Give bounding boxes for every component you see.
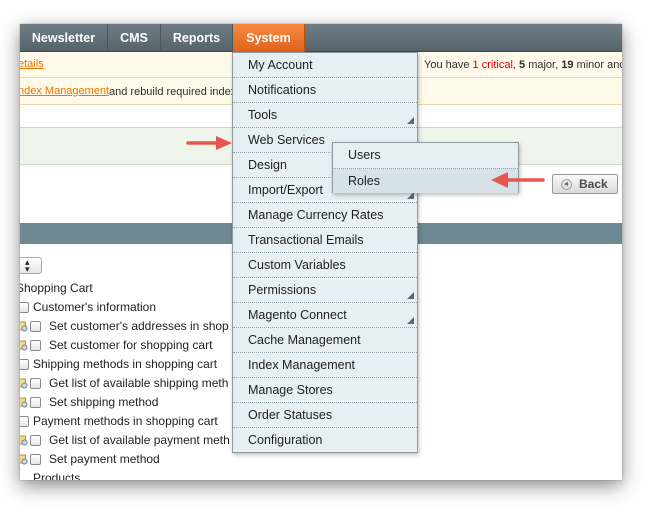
major-count: 5: [519, 59, 526, 71]
tree-label: Set customer for shopping cart: [49, 338, 213, 352]
menu-item-label: My Account: [248, 58, 313, 72]
menu-item-tools[interactable]: Tools: [233, 103, 417, 128]
tree-label: Payment methods in shopping cart: [33, 414, 218, 428]
annotation-arrow-icon: [491, 172, 545, 188]
tree-leaf-icon: [20, 397, 28, 408]
menu-item-configuration[interactable]: Configuration: [233, 428, 417, 453]
menu-item-label: Magento Connect: [248, 308, 347, 322]
menu-item-label: Notifications: [248, 83, 317, 97]
messages-prefix: You have: [424, 59, 470, 71]
tree-checkbox[interactable]: [20, 302, 29, 313]
menu-item-label: Design: [248, 158, 287, 172]
tree-label: Set customer's addresses in shop: [49, 319, 229, 333]
annotation-arrow-icon: [186, 136, 232, 150]
index-notice-text: and rebuild required index: [109, 86, 237, 98]
index-management-link[interactable]: ndex Management: [20, 85, 109, 97]
menu-item-transactional-emails[interactable]: Transactional Emails: [233, 228, 417, 253]
system-dropdown-menu: My Account Notifications Tools Web Servi…: [232, 52, 418, 453]
menu-item-label: Transactional Emails: [248, 233, 364, 247]
menu-item-label: Order Statuses: [248, 408, 333, 422]
nav-newsletter[interactable]: Newsletter: [20, 24, 108, 52]
tree-leaf-icon: [20, 435, 28, 446]
tree-label: Get list of available shipping meth: [49, 376, 229, 390]
major-label: major,: [528, 59, 559, 71]
critical-count[interactable]: 1 critical: [473, 59, 513, 71]
tree-checkbox[interactable]: [30, 340, 41, 351]
tree-checkbox[interactable]: [30, 397, 41, 408]
scope-select[interactable]: ▴ ▾: [20, 257, 42, 274]
nav-reports[interactable]: Reports: [161, 24, 233, 52]
back-label: Back: [579, 177, 608, 191]
menu-item-label: Permissions: [248, 283, 317, 297]
tree-checkbox[interactable]: [30, 321, 41, 332]
submenu-indicator-icon: [407, 117, 414, 124]
tree-label: Set shipping method: [49, 395, 159, 409]
back-button[interactable]: Back: [552, 174, 618, 194]
nav-system[interactable]: System: [233, 24, 305, 52]
tree-leaf-icon: [20, 321, 28, 332]
tree-leaf-icon: [20, 454, 28, 465]
tree-leaf-icon: [20, 378, 28, 389]
top-navigation: Newsletter CMS Reports System: [20, 24, 622, 52]
submenu-item-users[interactable]: Users: [333, 143, 518, 168]
submenu-indicator-icon: [407, 292, 414, 299]
tree-checkbox[interactable]: [30, 378, 41, 389]
tree-label: Shopping Cart: [20, 281, 93, 295]
browser-viewport: Newsletter CMS Reports System etails You…: [20, 24, 622, 480]
tree-leaf-icon: [20, 340, 28, 351]
submenu-indicator-icon: [407, 192, 414, 199]
menu-item-label: Tools: [248, 108, 278, 122]
menu-item-order-statuses[interactable]: Order Statuses: [233, 403, 417, 428]
menu-item-label: Cache Management: [248, 333, 361, 347]
tree-label: Get list of available payment meth: [49, 433, 230, 447]
menu-item-my-account[interactable]: My Account: [233, 53, 417, 78]
menu-item-manage-currency-rates[interactable]: Manage Currency Rates: [233, 203, 417, 228]
submenu-item-label: Users: [348, 148, 381, 162]
menu-item-label: Custom Variables: [248, 258, 346, 272]
submenu-indicator-icon: [407, 317, 414, 324]
menu-item-notifications[interactable]: Notifications: [233, 78, 417, 103]
menu-item-label: Manage Currency Rates: [248, 208, 384, 222]
minor-count: 19: [561, 59, 574, 71]
menu-item-custom-variables[interactable]: Custom Variables: [233, 253, 417, 278]
tree-checkbox[interactable]: [20, 416, 29, 427]
menu-item-label: Index Management: [248, 358, 356, 372]
menu-item-label: Import/Export: [248, 183, 324, 197]
select-arrows-icon: ▴ ▾: [25, 257, 30, 274]
menu-item-cache-management[interactable]: Cache Management: [233, 328, 417, 353]
menu-item-label: Configuration: [248, 433, 323, 447]
tree-checkbox[interactable]: [20, 359, 29, 370]
menu-item-manage-stores[interactable]: Manage Stores: [233, 378, 417, 403]
tree-checkbox[interactable]: [30, 454, 41, 465]
menu-item-permissions[interactable]: Permissions: [233, 278, 417, 303]
menu-item-label: Manage Stores: [248, 383, 333, 397]
back-arrow-icon: [561, 179, 572, 190]
menu-item-label: Web Services: [248, 133, 325, 147]
tree-label: Set payment method: [49, 452, 160, 466]
tree-label: Shipping methods in shopping cart: [33, 357, 218, 371]
nav-cms[interactable]: CMS: [108, 24, 161, 52]
system-messages-summary: You have 1 critical, 5 major, 19 minor a…: [424, 59, 622, 71]
details-link[interactable]: etails: [20, 58, 44, 70]
menu-item-magento-connect[interactable]: Magento Connect: [233, 303, 417, 328]
submenu-item-label: Roles: [348, 174, 380, 188]
tree-label: Products: [33, 471, 81, 480]
menu-item-index-management[interactable]: Index Management: [233, 353, 417, 378]
tree-label: Customer's information: [33, 300, 156, 314]
tree-checkbox[interactable]: [30, 435, 41, 446]
minor-label: minor and: [576, 59, 622, 71]
